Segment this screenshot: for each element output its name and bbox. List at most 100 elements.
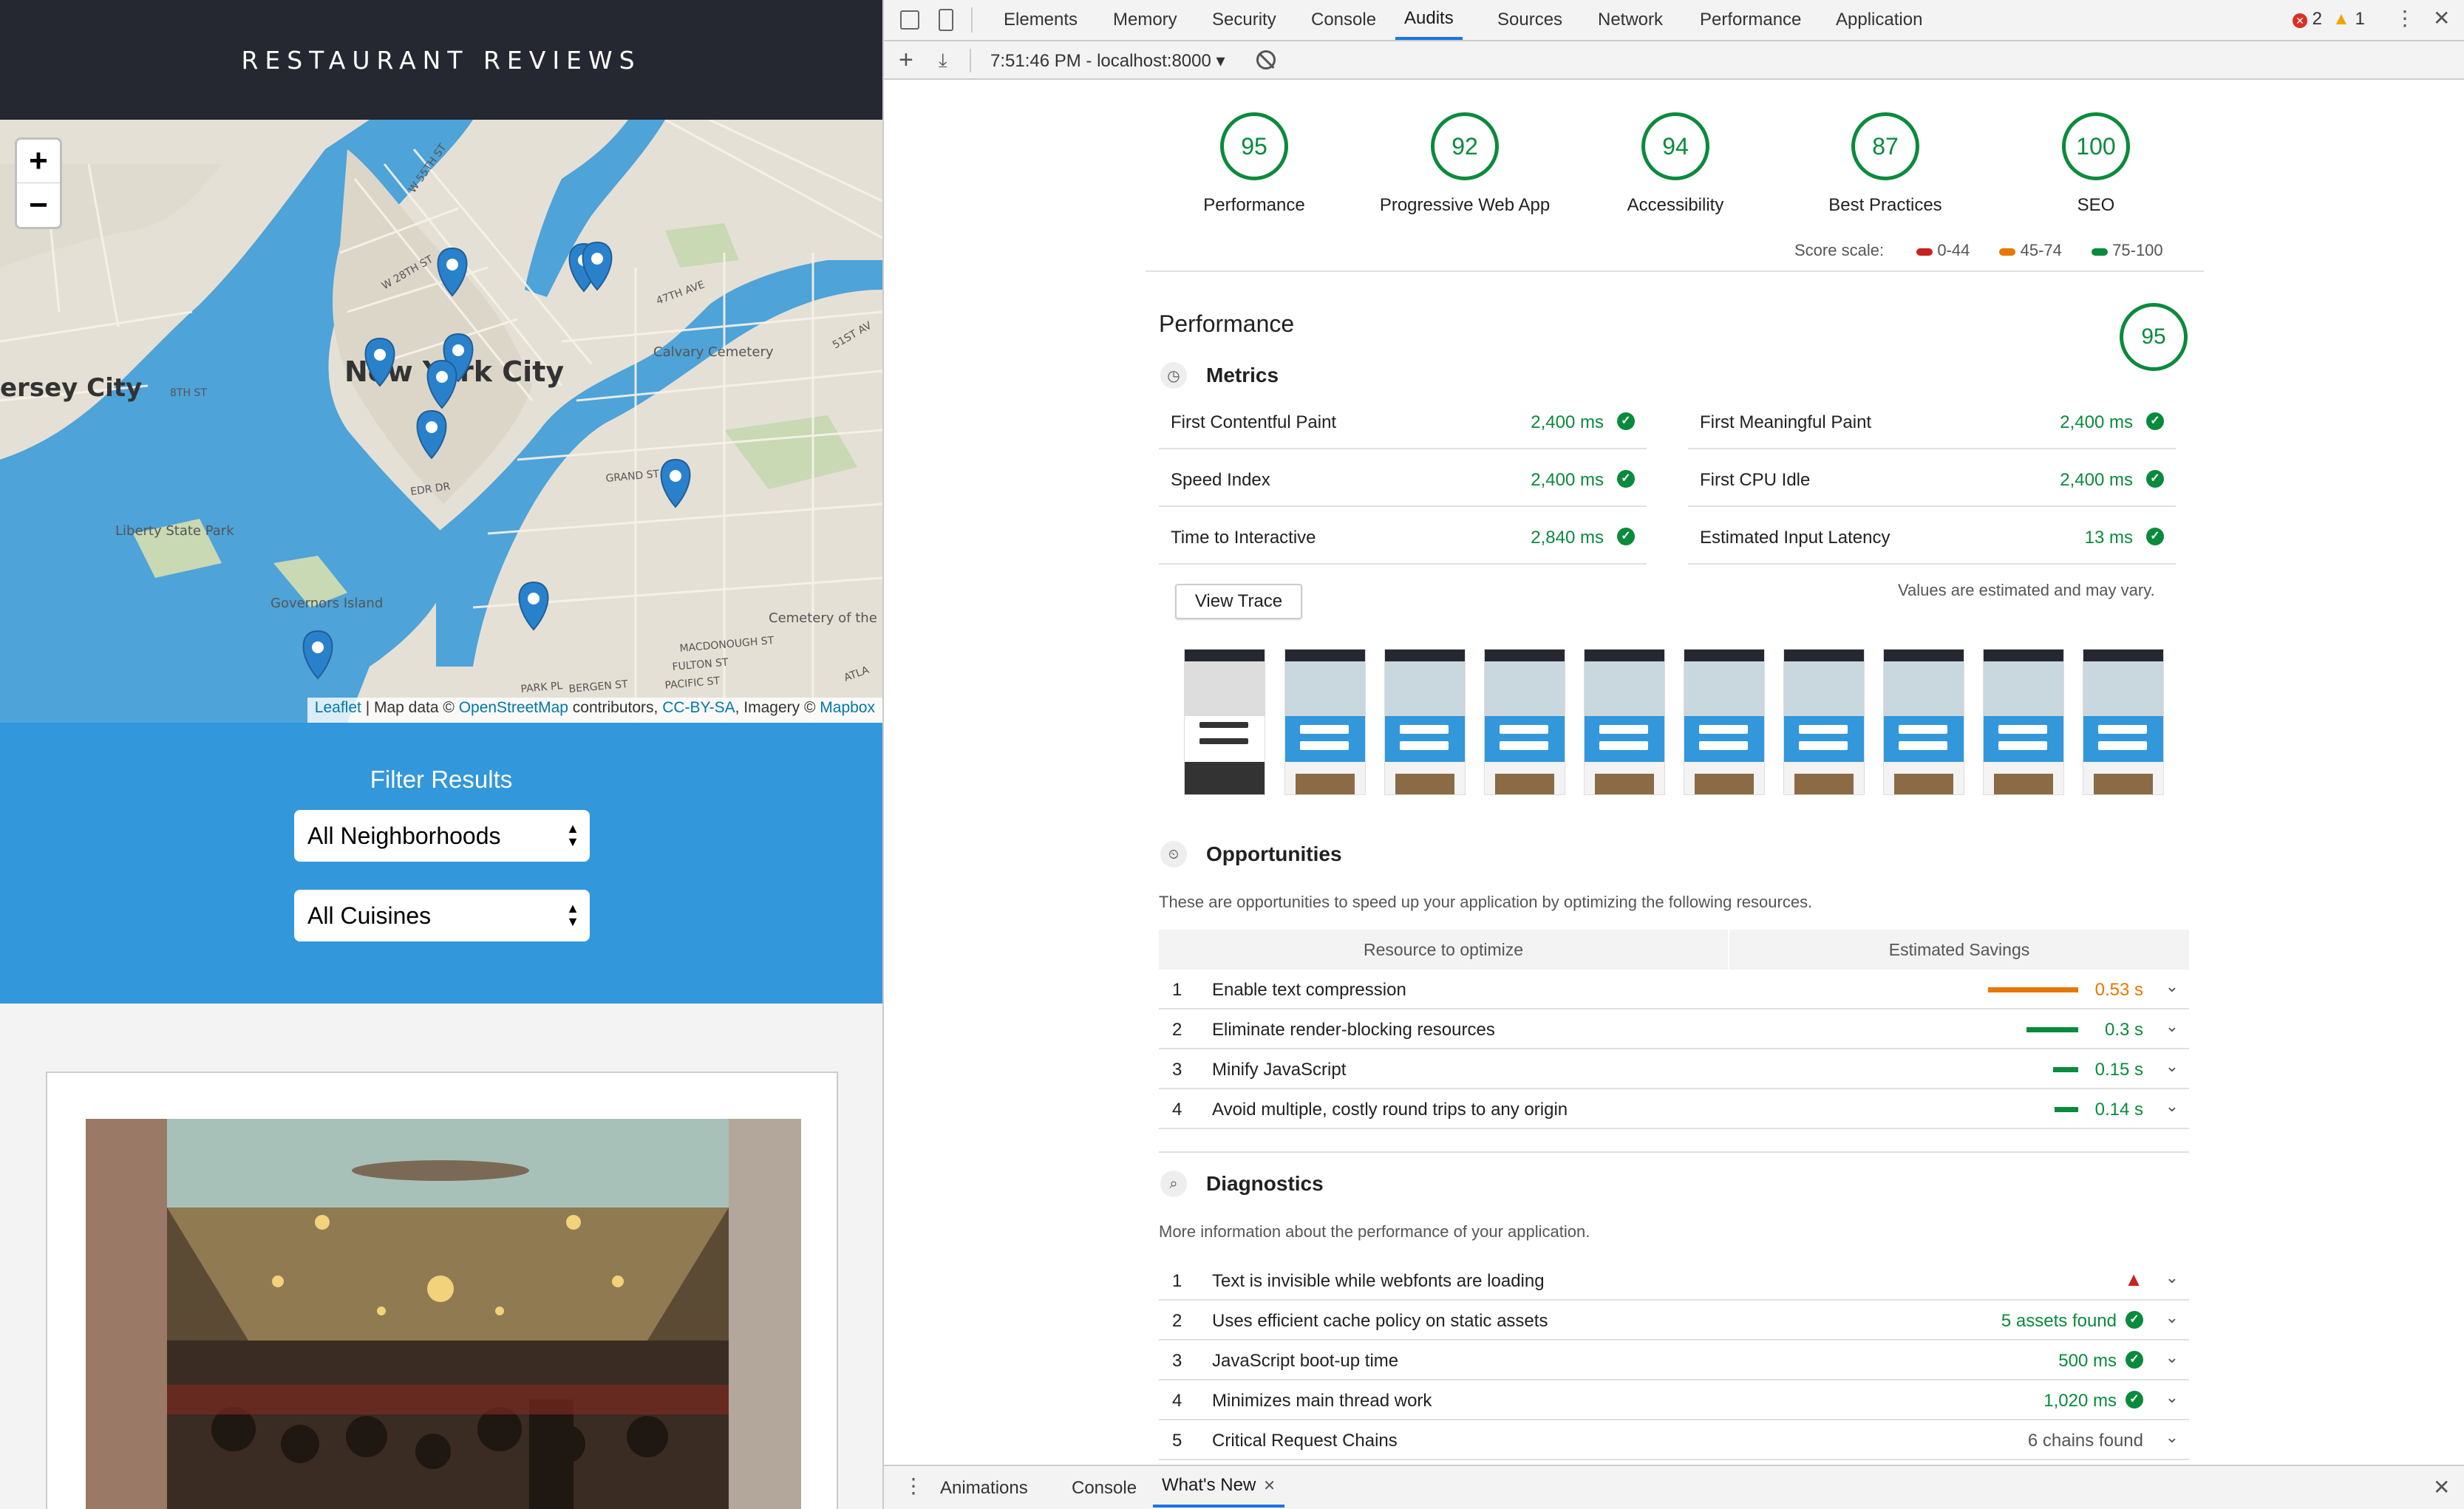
device-toolbar-icon[interactable] (939, 9, 953, 31)
diagnostics-description: More information about the performance o… (1159, 1222, 1590, 1241)
license-link[interactable]: CC-BY-SA (662, 699, 735, 716)
metric-name: First Contentful Paint (1171, 412, 1337, 432)
opportunity-row[interactable]: 3 Minify JavaScript 0.15 s ⌄ (1159, 1049, 2189, 1089)
gauge-label: Accessibility (1627, 195, 1724, 215)
row-title: Avoid multiple, costly round trips to an… (1212, 1100, 1568, 1120)
gauge-label: Performance (1203, 195, 1305, 215)
performance-title: Performance (1159, 310, 1295, 337)
chevron-down-icon[interactable]: ⌄ (2165, 1308, 2179, 1327)
osm-link[interactable]: OpenStreetMap (459, 699, 568, 716)
metric-value: 2,840 ms (1531, 528, 1604, 548)
score-ring: 92 (1431, 112, 1499, 180)
restaurant-card (46, 1072, 838, 1509)
close-tab-icon[interactable]: ✕ (1263, 1476, 1276, 1495)
neighborhoods-value: All Neighborhoods (307, 822, 501, 849)
row-title: Uses efficient cache policy on static as… (1212, 1311, 1548, 1331)
new-audit-icon[interactable]: + (899, 46, 913, 75)
row-index: 5 (1172, 1431, 1182, 1451)
metric-name: First Meaningful Paint (1700, 412, 1872, 432)
restaurant-photo-image (86, 1119, 801, 1509)
tab-audits[interactable]: Audits (1395, 0, 1463, 40)
map-label-jersey-city: ersey City (0, 373, 142, 403)
diagnostic-row[interactable]: 5 Critical Request Chains 6 chains found… (1159, 1420, 2189, 1460)
drawer-tab-animations[interactable]: Animations (940, 1478, 1028, 1499)
download-report-icon[interactable]: ⤓ (939, 49, 947, 72)
chevron-down-icon[interactable]: ⌄ (2165, 1097, 2179, 1116)
chevron-down-icon[interactable]: ⌄ (2165, 1268, 2179, 1287)
tab-application[interactable]: Application (1836, 0, 1922, 40)
gauge-label: Progressive Web App (1379, 195, 1551, 215)
zoom-out-button[interactable]: − (17, 183, 60, 227)
more-options-icon[interactable]: ⋮ (2395, 6, 2415, 30)
row-index: 1 (1172, 1271, 1182, 1291)
opportunity-row[interactable]: 2 Eliminate render-blocking resources 0.3 … (1159, 1009, 2189, 1049)
gauge-performance[interactable]: 95 Performance (1147, 112, 1361, 216)
gauge-seo[interactable]: 100 SEO (1989, 112, 2203, 216)
row-value: 1,020 ms (2043, 1391, 2117, 1411)
tab-security[interactable]: Security (1212, 0, 1276, 40)
chevron-down-icon[interactable]: ⌄ (2165, 1388, 2179, 1407)
chevron-down-icon[interactable]: ⌄ (2165, 1428, 2179, 1447)
view-trace-button[interactable]: View Trace (1175, 584, 1302, 619)
gauge-pwa[interactable]: 92 Progressive Web App (1358, 112, 1572, 216)
warning-count[interactable]: ▲ 1 (2332, 9, 2365, 30)
gauge-best-practices[interactable]: 87 Best Practices (1778, 112, 1992, 216)
tab-memory[interactable]: Memory (1113, 0, 1177, 40)
tab-performance[interactable]: Performance (1700, 0, 1801, 40)
map[interactable]: ersey City New York City Liberty State P… (0, 120, 882, 723)
filter-title: Filter Results (370, 766, 513, 793)
row-title: JavaScript boot-up time (1212, 1351, 1399, 1371)
row-title: Minify JavaScript (1212, 1060, 1347, 1080)
metric-fcp: First Contentful Paint 2,400 ms ✓ (1159, 393, 1647, 449)
gauge-label: SEO (2077, 195, 2115, 215)
zoom-in-button[interactable]: + (17, 140, 60, 183)
chevron-down-icon[interactable]: ⌄ (2165, 1348, 2179, 1367)
chevron-down-icon[interactable]: ⌄ (2165, 1057, 2179, 1076)
metric-value: 2,400 ms (1531, 412, 1604, 432)
metric-value: 13 ms (2084, 528, 2133, 548)
tab-network[interactable]: Network (1598, 0, 1663, 40)
diagnostic-row[interactable]: 4 Minimizes main thread work 1,020 ms ✓ … (1159, 1380, 2189, 1420)
savings-bar (2055, 1107, 2078, 1112)
map-tiles: ersey City New York City Liberty State P… (0, 120, 882, 723)
opportunities-table-header: Resource to optimize Estimated Savings (1159, 930, 2189, 970)
metric-name: Speed Index (1171, 470, 1270, 490)
error-count[interactable]: ✕ 2 (2293, 9, 2322, 30)
warning-icon: ▲ (2332, 9, 2350, 29)
drawer-menu-icon[interactable]: ⋮ (903, 1474, 924, 1498)
drawer-tab-whats-new[interactable]: What's New ✕ (1153, 1466, 1285, 1508)
gauge-accessibility[interactable]: 94 Accessibility (1568, 112, 1783, 216)
row-value: 6 chains found (2027, 1431, 2143, 1451)
chevron-down-icon[interactable]: ⌄ (2165, 1017, 2179, 1036)
close-devtools-icon[interactable]: ✕ (2433, 6, 2450, 30)
drawer-tab-console[interactable]: Console (1072, 1478, 1137, 1499)
restaurant-photo[interactable] (86, 1119, 801, 1509)
metric-value: 2,400 ms (1531, 470, 1604, 490)
metrics-title: Metrics (1206, 364, 1279, 386)
diagnostic-row[interactable]: 1 Text is invisible while webfonts are l… (1159, 1261, 2189, 1301)
close-drawer-icon[interactable]: ✕ (2433, 1475, 2450, 1499)
diagnostic-row[interactable]: 3 JavaScript boot-up time 500 ms ✓ ⌄ (1159, 1341, 2189, 1380)
error-count-value: 2 (2312, 9, 2323, 29)
inspect-element-icon[interactable] (900, 10, 919, 30)
clear-reports-icon[interactable] (1256, 50, 1276, 69)
filmstrip-frame (1184, 649, 1265, 795)
cuisines-select[interactable]: All Cuisines ▲ ▼ (294, 890, 590, 941)
mapbox-link[interactable]: Mapbox (820, 699, 875, 716)
tab-elements[interactable]: Elements (1004, 0, 1078, 40)
diagnostic-row[interactable]: 2 Uses efficient cache policy on static … (1159, 1301, 2189, 1341)
pass-check-icon: ✓ (1617, 528, 1635, 545)
neighborhoods-select[interactable]: All Neighborhoods ▲ ▼ (294, 810, 590, 862)
row-value: 500 ms (2058, 1351, 2117, 1371)
score-scale-label: Score scale: (1794, 241, 1885, 259)
report-selector[interactable]: 7:51:46 PM - localhost:8000 ▾ (990, 50, 1225, 72)
tab-sources[interactable]: Sources (1497, 0, 1562, 40)
tab-console[interactable]: Console (1311, 0, 1376, 40)
leaflet-link[interactable]: Leaflet (315, 699, 361, 716)
divider (971, 7, 973, 33)
attribution-text: contributors, (568, 699, 663, 716)
opportunity-row[interactable]: 1 Enable text compression 0.53 s ⌄ (1159, 970, 2189, 1009)
chevron-down-icon[interactable]: ⌄ (2165, 977, 2179, 996)
filmstrip-frame (1384, 649, 1466, 795)
opportunity-row[interactable]: 4 Avoid multiple, costly round trips to a… (1159, 1089, 2189, 1129)
